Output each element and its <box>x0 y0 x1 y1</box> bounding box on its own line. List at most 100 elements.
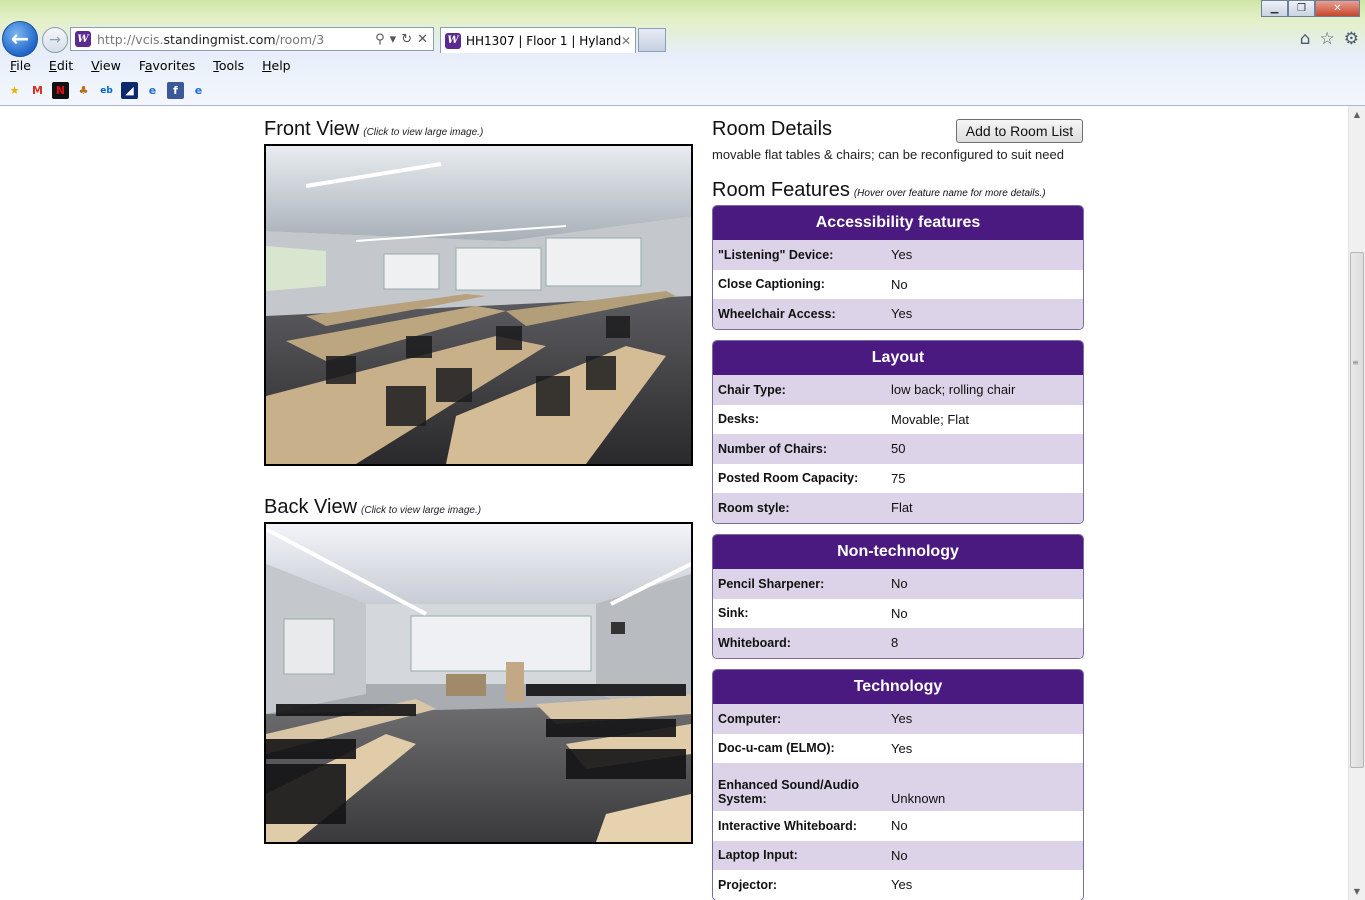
tab-close-icon[interactable]: ✕ <box>621 34 631 48</box>
stop-icon[interactable]: ✕ <box>417 32 428 47</box>
toolbar-right-icons: ⌂ ☆ ⚙ <box>1300 29 1359 49</box>
feature-name[interactable]: Room style: <box>713 501 886 515</box>
room-details-title: Room Details <box>712 118 833 140</box>
feature-value: low back; rolling chair <box>891 382 1016 398</box>
menu-favorites[interactable]: Favorites <box>130 57 204 77</box>
room-description: movable flat tables & chairs; can be rec… <box>712 147 1064 162</box>
vertical-scrollbar[interactable]: ▲ ≡ ▼ <box>1348 106 1365 900</box>
scroll-thumb[interactable] <box>1350 252 1364 768</box>
home-icon[interactable]: ⌂ <box>1300 29 1311 49</box>
scroll-up-arrow-icon[interactable]: ▲ <box>1349 106 1365 123</box>
front-view-hint: (Click to view large image.) <box>363 127 484 138</box>
feature-name[interactable]: Computer: <box>713 712 886 726</box>
feature-group-header: Non-technology <box>713 535 1083 569</box>
menu-view[interactable]: View <box>82 57 130 77</box>
address-url[interactable]: http://vcis.standingmist.com/room/3 <box>97 32 375 47</box>
feature-name[interactable]: Close Captioning: <box>713 277 886 291</box>
menu-bar: File Edit View Favorites Tools Help <box>0 57 300 77</box>
feature-value: Flat <box>891 500 913 516</box>
feature-value: Unknown <box>891 791 946 806</box>
feature-group-technology: Technology Computer: Yes Doc-u-cam (ELMO): Y… <box>712 669 1084 900</box>
feature-row: Projector: Yes <box>713 870 1083 900</box>
feature-value: No <box>891 276 908 292</box>
minimize-button[interactable]: ▁ <box>1261 0 1288 17</box>
menu-edit[interactable]: Edit <box>40 57 82 77</box>
tab-active[interactable]: W HH1307 | Floor 1 | Hyland H... ✕ <box>440 27 636 53</box>
facebook-icon[interactable]: f <box>167 82 184 99</box>
feature-row: "Listening" Device: Yes <box>713 240 1083 270</box>
favorites-bar: ★ M N ♣ eb ◢ e f e <box>6 82 207 99</box>
feature-row: Sink: No <box>713 598 1083 628</box>
ie-page-icon[interactable]: e <box>144 82 161 99</box>
room-features-heading: Room Features (Hover over feature name fo… <box>712 179 1046 202</box>
search-icon[interactable]: ⚲ <box>375 32 385 47</box>
refresh-icon[interactable]: ↻ <box>401 32 412 47</box>
menu-help[interactable]: Help <box>253 57 300 77</box>
address-bar[interactable]: W http://vcis.standingmist.com/room/3 ⚲ … <box>70 27 434 51</box>
room-features-title: Room Features <box>712 179 850 201</box>
address-actions: ⚲ ▾ ↻ ✕ <box>375 32 428 47</box>
back-view-photo[interactable] <box>264 522 693 844</box>
restore-button[interactable]: ❐ <box>1288 0 1315 17</box>
feature-name[interactable]: Projector: <box>713 878 886 892</box>
feature-name[interactable]: Pencil Sharpener: <box>713 577 886 591</box>
feature-row: Wheelchair Access: Yes <box>713 299 1083 329</box>
feature-name[interactable]: Doc-u-cam (ELMO): <box>713 741 886 755</box>
feature-row: Whiteboard: 8 <box>713 628 1083 658</box>
page-content: Front View(Click to view large image.) <box>0 107 1348 900</box>
feature-name[interactable]: Whiteboard: <box>713 636 886 650</box>
feature-value: 8 <box>891 635 899 651</box>
feature-name[interactable]: Sink: <box>713 606 886 620</box>
feature-value: Yes <box>891 247 913 263</box>
feature-rows: "Listening" Device: Yes Close Captioning: N… <box>713 240 1083 329</box>
ebay-icon[interactable]: eb <box>98 82 115 99</box>
feature-row: Interactive Whiteboard: No <box>713 811 1083 841</box>
url-path: /room/3 <box>275 31 325 47</box>
add-to-room-list-button[interactable]: Add to Room List <box>956 119 1083 143</box>
site-favicon-icon: W <box>75 31 91 47</box>
menu-tools[interactable]: Tools <box>204 57 253 77</box>
feature-name[interactable]: Enhanced Sound/Audio System: <box>713 778 886 806</box>
settings-gear-icon[interactable]: ⚙ <box>1344 29 1359 49</box>
feature-name[interactable]: Desks: <box>713 412 886 426</box>
ie-page-icon-2[interactable]: e <box>190 82 207 99</box>
feature-value: No <box>891 576 908 592</box>
people-icon[interactable]: ♣ <box>75 82 92 99</box>
feature-row: Chair Type: low back; rolling chair <box>713 375 1083 405</box>
window-controls: ▁ ❐ ✕ <box>1261 0 1360 17</box>
favorites-star-icon[interactable]: ☆ <box>1320 29 1335 49</box>
tab-favicon-icon: W <box>445 32 461 49</box>
feature-rows: Pencil Sharpener: No Sink: No Whiteboard: 8 <box>713 569 1083 658</box>
forward-button[interactable]: → <box>42 27 68 53</box>
feature-name[interactable]: Interactive Whiteboard: <box>713 819 886 833</box>
feature-name[interactable]: Wheelchair Access: <box>713 307 886 321</box>
add-favorite-icon[interactable]: ★ <box>6 82 23 99</box>
scroll-grip-icon: ≡ <box>1352 358 1359 367</box>
room-features-hint: (Hover over feature name for more detail… <box>853 188 1046 199</box>
front-view-heading: Front View (Click to view large image.) <box>264 118 483 141</box>
close-window-button[interactable]: ✕ <box>1315 0 1360 17</box>
front-view-title: Front View <box>264 118 360 140</box>
feature-group-accessibility-features: Accessibility features "Listening" Device… <box>712 205 1084 330</box>
bookmark-icon[interactable]: ◢ <box>121 82 138 99</box>
feature-group-layout: Layout Chair Type: low back; rolling chair… <box>712 340 1084 524</box>
feature-row: Enhanced Sound/Audio System: Unknown <box>713 763 1083 811</box>
feature-name[interactable]: Number of Chairs: <box>713 442 886 456</box>
back-view-hint: (Click to view large image.) <box>361 505 482 516</box>
feature-name[interactable]: Chair Type: <box>713 383 886 397</box>
feature-row: Room style: Flat <box>713 493 1083 523</box>
feature-name[interactable]: Posted Room Capacity: <box>713 471 886 485</box>
dropdown-icon[interactable]: ▾ <box>390 32 397 47</box>
scroll-down-arrow-icon[interactable]: ▼ <box>1349 883 1365 900</box>
feature-value: Movable; Flat <box>891 411 970 427</box>
gmail-icon[interactable]: M <box>29 82 46 99</box>
back-button[interactable]: ← <box>2 21 38 57</box>
feature-name[interactable]: "Listening" Device: <box>713 248 886 262</box>
new-tab-button[interactable] <box>638 28 666 52</box>
feature-value: No <box>891 847 908 863</box>
feature-row: Posted Room Capacity: 75 <box>713 463 1083 493</box>
netflix-icon[interactable]: N <box>52 82 69 99</box>
front-view-photo[interactable] <box>264 144 693 466</box>
menu-file[interactable]: File <box>0 57 40 77</box>
feature-name[interactable]: Laptop Input: <box>713 848 886 862</box>
